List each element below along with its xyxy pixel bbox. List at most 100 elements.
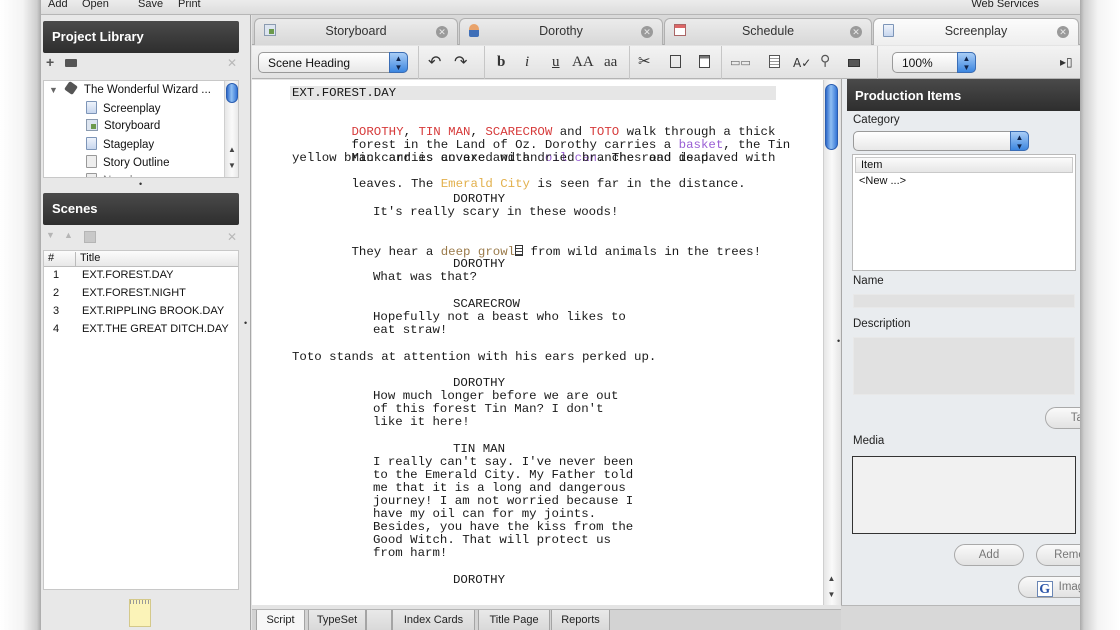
edit-scene-icon[interactable] [84,231,96,243]
copy-icon[interactable] [670,55,681,68]
remove-scene-icon[interactable]: ✕ [227,230,237,244]
note-icon[interactable] [515,245,524,257]
tree-item-screenplay[interactable]: Screenplay [86,101,161,119]
scene-heading[interactable]: EXT.FOREST.DAY [292,86,396,100]
move-up-icon[interactable]: ▲ [64,230,73,240]
scene-row[interactable]: 2 EXT.FOREST.NIGHT [44,285,238,303]
notepad-icon[interactable] [129,599,151,627]
project-tree-scrollbar[interactable]: ▲ ▼ [224,81,238,177]
tab-schedule[interactable]: Schedule ✕ [664,18,872,45]
close-tab-icon[interactable]: ✕ [1057,26,1069,38]
character-name[interactable]: DOROTHY [453,573,505,587]
view-tab-script[interactable]: Script [256,610,305,630]
tab-dorothy[interactable]: Dorothy ✕ [459,18,663,45]
scenes-toolbar: ▼ ▲ ✕ [41,230,251,248]
splitter-handle-icon[interactable]: • [244,318,247,328]
cut-icon[interactable]: ✂ [638,52,651,70]
view-tab-title-page[interactable]: Title Page [478,610,550,630]
close-tab-icon[interactable]: ✕ [850,26,862,38]
scrollbar-thumb[interactable] [825,84,838,150]
novel-doc-icon [86,173,97,177]
zoom-value: 100% [902,56,933,70]
scene-row[interactable]: 1 EXT.FOREST.DAY [44,267,238,285]
dialogue[interactable]: eat straw! [373,323,447,337]
column-header-number[interactable]: # [48,252,54,264]
remove-item-icon[interactable]: ✕ [227,56,237,70]
undo-icon[interactable]: ↶ [428,52,441,71]
location-tag: Emerald City [440,177,530,192]
comments-icon[interactable]: ▭▭ [730,56,751,69]
spellcheck-icon[interactable]: A✓ [793,56,811,70]
media-drop-area[interactable] [852,456,1076,534]
action-line[interactable]: leaves. The Emerald City is seen far in … [292,165,746,205]
redo-icon[interactable]: ↷ [454,52,467,71]
close-tab-icon[interactable]: ✕ [436,26,448,38]
toolbar-separator [721,46,722,79]
script-document[interactable]: EXT.FOREST.DAY DOROTHY, TIN MAN, SCARECR… [252,80,823,605]
tree-root[interactable]: ▼ The Wonderful Wizard ... [49,81,211,101]
view-tab-empty[interactable] [366,610,392,630]
splitter-handle-icon[interactable]: • [139,179,142,189]
tree-item-storyboard[interactable]: Storyboard [86,119,160,137]
underline-button[interactable]: u [552,54,560,71]
disclosure-triangle-icon[interactable]: ▼ [49,85,58,95]
action-line[interactable]: They hear a deep growl from wild animals… [292,232,761,273]
dialogue[interactable]: It's really scary in these woods! [373,205,618,219]
italic-button[interactable]: i [525,54,529,71]
fullscreen-icon[interactable] [848,59,860,67]
scroll-up-arrow-icon[interactable]: ▲ [225,145,238,154]
view-tab-typeset[interactable]: TypeSet [308,610,366,630]
tab-storyboard[interactable]: Storyboard ✕ [254,18,458,45]
toggle-panel-icon[interactable]: ▸▯ [1060,55,1073,69]
scroll-down-arrow-icon[interactable]: ▼ [824,590,839,599]
page-icon[interactable] [769,55,780,68]
tree-item-label: Novel ... [103,175,145,177]
lowercase-button[interactable]: aa [604,54,617,71]
element-style-select[interactable]: Scene Heading ▲ ▼ [258,52,408,73]
column-header-title[interactable]: Title [75,252,100,266]
dialogue[interactable]: from harm! [373,546,447,560]
name-field[interactable] [853,294,1075,308]
category-select[interactable]: ▲ ▼ [853,131,1029,151]
close-tab-icon[interactable]: ✕ [641,26,653,38]
move-down-icon[interactable]: ▼ [46,230,55,240]
storyboard-icon [86,119,98,131]
description-field[interactable] [853,337,1075,395]
view-tab-reports[interactable]: Reports [551,610,610,630]
images-button[interactable]: G Images [1018,576,1080,598]
splitter-handle-icon[interactable]: • [837,336,840,346]
add-media-button[interactable]: Add [954,544,1024,566]
item-column-header[interactable]: Item [855,157,1073,173]
uppercase-button[interactable]: AA [572,54,594,71]
scroll-down-arrow-icon[interactable]: ▼ [225,161,238,170]
tree-item-novel[interactable]: Novel ... [86,173,145,177]
action-line[interactable]: Toto stands at attention with his ears p… [292,350,656,364]
scrollbar-thumb[interactable] [226,83,238,103]
bold-button[interactable]: b [497,54,505,71]
tag-button[interactable]: Tag [1045,407,1080,429]
search-icon[interactable]: ⚲ [820,53,830,69]
tree-item-story-outline[interactable]: Story Outline [86,155,169,173]
print-button[interactable]: Print [178,0,201,10]
dialogue[interactable]: like it here! [373,415,470,429]
scroll-up-arrow-icon[interactable]: ▲ [824,574,839,583]
zoom-select[interactable]: 100% ▲ ▼ [892,52,976,73]
add-item-icon[interactable]: + [46,54,54,70]
remove-media-button[interactable]: Remove [1036,544,1080,566]
category-label: Category [853,114,900,126]
scene-row[interactable]: 3 EXT.RIPPLING BROOK.DAY [44,303,238,321]
tree-item-stageplay[interactable]: Stageplay [86,137,154,155]
list-item-new[interactable]: <New ...> [853,173,1075,187]
view-tab-index-cards[interactable]: Index Cards [392,610,475,630]
paste-icon[interactable] [699,55,710,68]
save-button[interactable]: Save [138,0,163,10]
scene-row[interactable]: 4 EXT.THE GREAT DITCH.DAY [44,321,238,339]
dialogue[interactable]: What was that? [373,270,477,284]
action-line[interactable]: yellow brick and is covered with dried b… [292,151,708,165]
scene-title: EXT.RIPPLING BROOK.DAY [82,305,225,317]
folder-icon[interactable] [65,59,77,67]
open-button[interactable]: Open [82,0,109,10]
web-services-button[interactable]: Web Services [971,0,1039,10]
add-button[interactable]: Add [48,0,68,10]
tab-screenplay[interactable]: Screenplay ✕ [873,18,1079,45]
